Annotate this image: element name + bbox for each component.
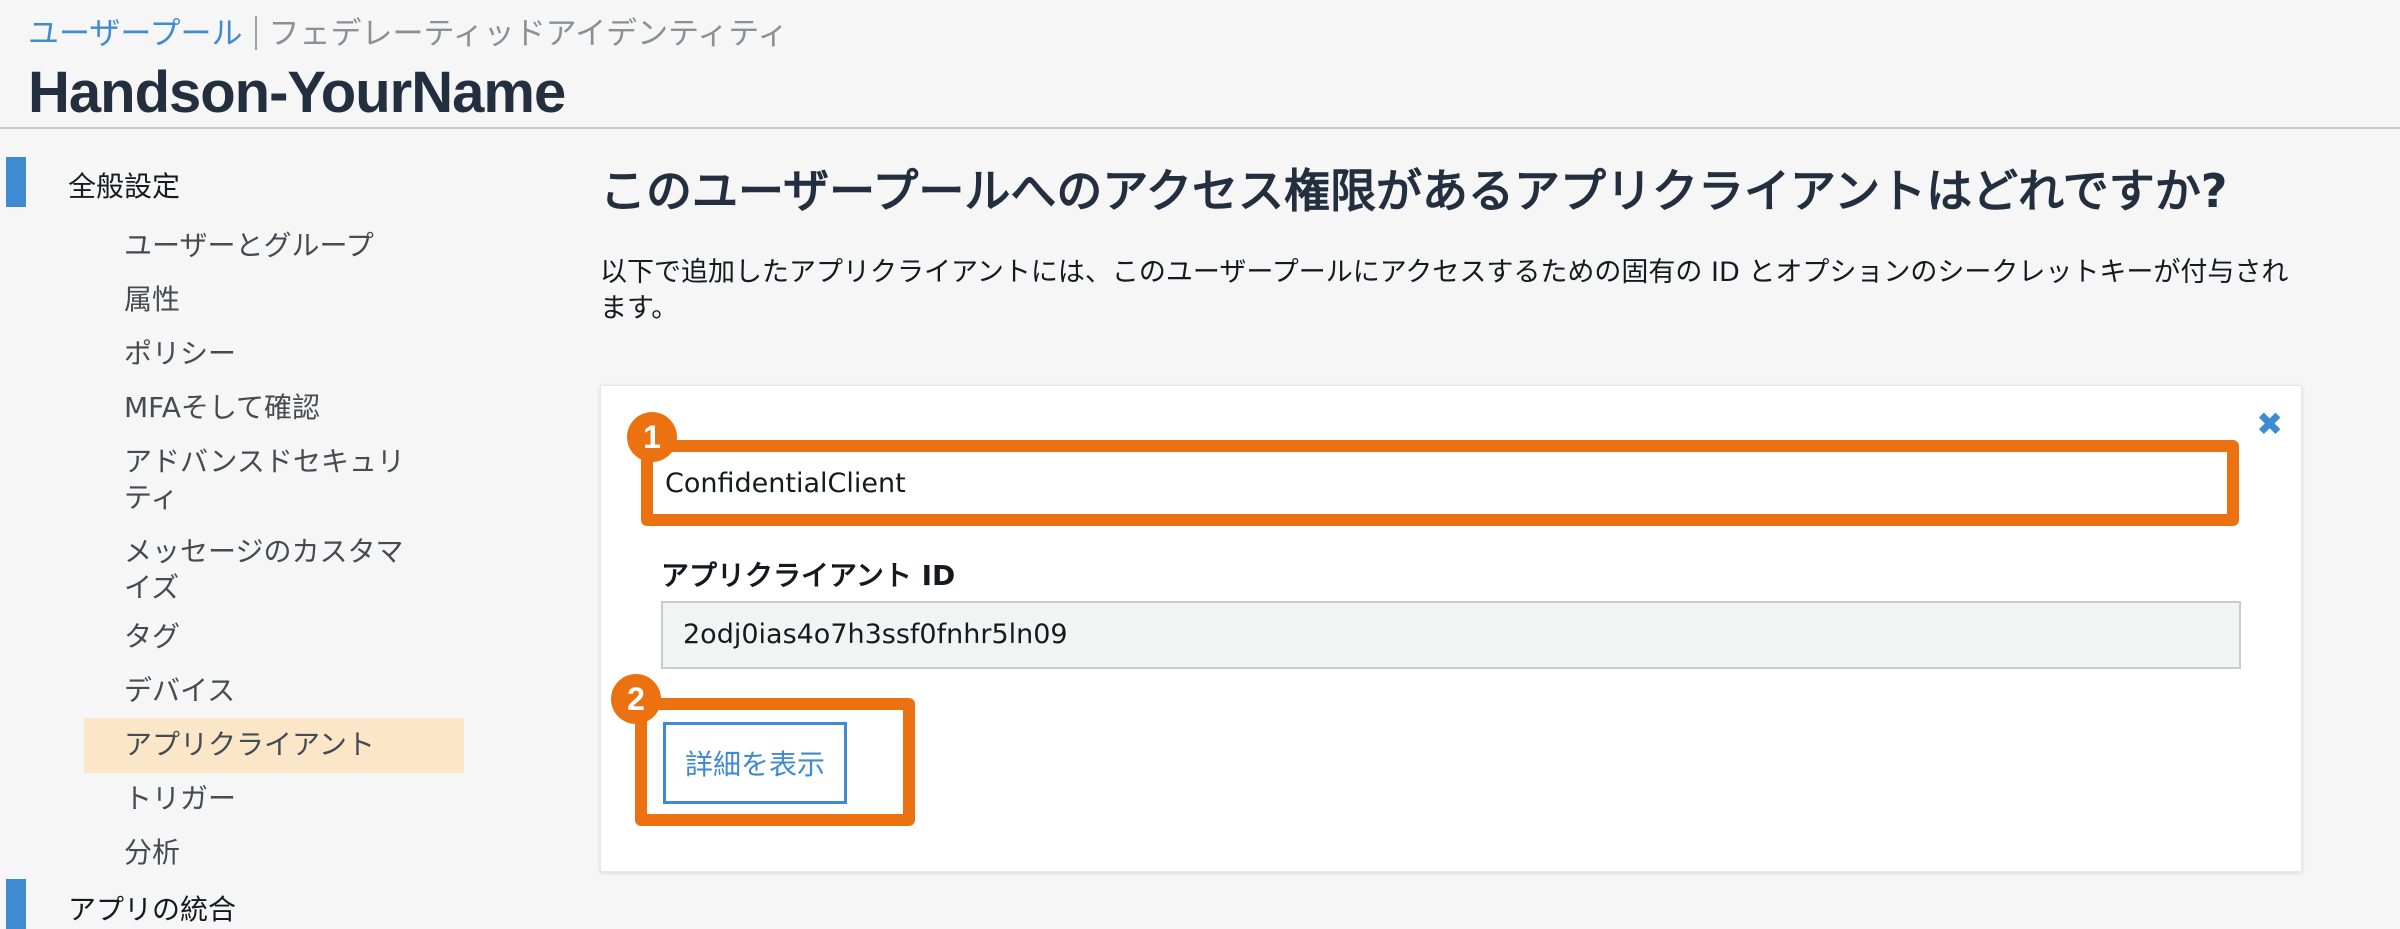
breadcrumb-user-pools-link[interactable]: ユーザープール — [28, 16, 243, 52]
section-indicator-general — [6, 157, 26, 207]
step-badge-2: 2 — [611, 674, 661, 724]
sidebar-item-triggers[interactable]: トリガー — [124, 781, 424, 817]
sidebar-item-attributes[interactable]: 属性 — [124, 282, 424, 318]
section-indicator-app-integration — [6, 879, 26, 929]
sidebar-section-app-integration[interactable]: アプリの統合 — [68, 888, 236, 928]
app-client-id-value: 2odj0ias4o7h3ssf0fnhr5ln09 — [661, 601, 2241, 669]
sidebar-item-tags[interactable]: タグ — [124, 619, 424, 655]
sidebar-item-users-groups[interactable]: ユーザーとグループ — [124, 228, 424, 264]
breadcrumb-federated-identities-link[interactable]: フェデレーティッドアイデンティティ — [269, 16, 789, 52]
sidebar-item-app-clients[interactable]: アプリクライアント — [124, 727, 424, 763]
page-title: このユーザープールへのアクセス権限があるアプリクライアントはどれですか? — [600, 164, 2228, 218]
breadcrumb-divider — [254, 16, 257, 50]
sidebar-item-analytics[interactable]: 分析 — [124, 835, 424, 871]
page-description: 以下で追加したアプリクライアントには、このユーザープールにアクセスするための固有… — [600, 257, 2289, 324]
step-badge-1: 1 — [627, 412, 677, 462]
sidebar-item-policies[interactable]: ポリシー — [124, 336, 424, 372]
sidebar-section-general[interactable]: 全般設定 — [68, 165, 180, 205]
sidebar-item-devices[interactable]: デバイス — [124, 673, 424, 709]
close-icon[interactable]: ✖ — [2256, 408, 2283, 440]
page-header: ユーザープール フェデレーティッドアイデンティティ Handson-YourNam… — [0, 0, 2400, 129]
user-pool-title: Handson-YourName — [28, 60, 566, 125]
app-client-name-input[interactable] — [653, 452, 2227, 514]
breadcrumb: ユーザープール フェデレーティッドアイデンティティ — [28, 14, 788, 54]
sidebar-item-advanced-security[interactable]: アドバンスドセキュリティ — [124, 444, 424, 516]
show-details-button[interactable]: 詳細を表示 — [663, 722, 847, 804]
app-client-card: ✖ アプリクライアント ID 2odj0ias4o7h3ssf0fnhr5ln0… — [600, 385, 2302, 872]
sidebar-item-message-customization[interactable]: メッセージのカスタマイズ — [124, 534, 424, 606]
sidebar-nav: 全般設定 ユーザーとグループ 属性 ポリシー MFAそして確認 アドバンスドセキ… — [0, 127, 470, 929]
sidebar-item-mfa[interactable]: MFAそして確認 — [124, 390, 424, 426]
app-client-id-label: アプリクライアント ID — [661, 559, 956, 592]
